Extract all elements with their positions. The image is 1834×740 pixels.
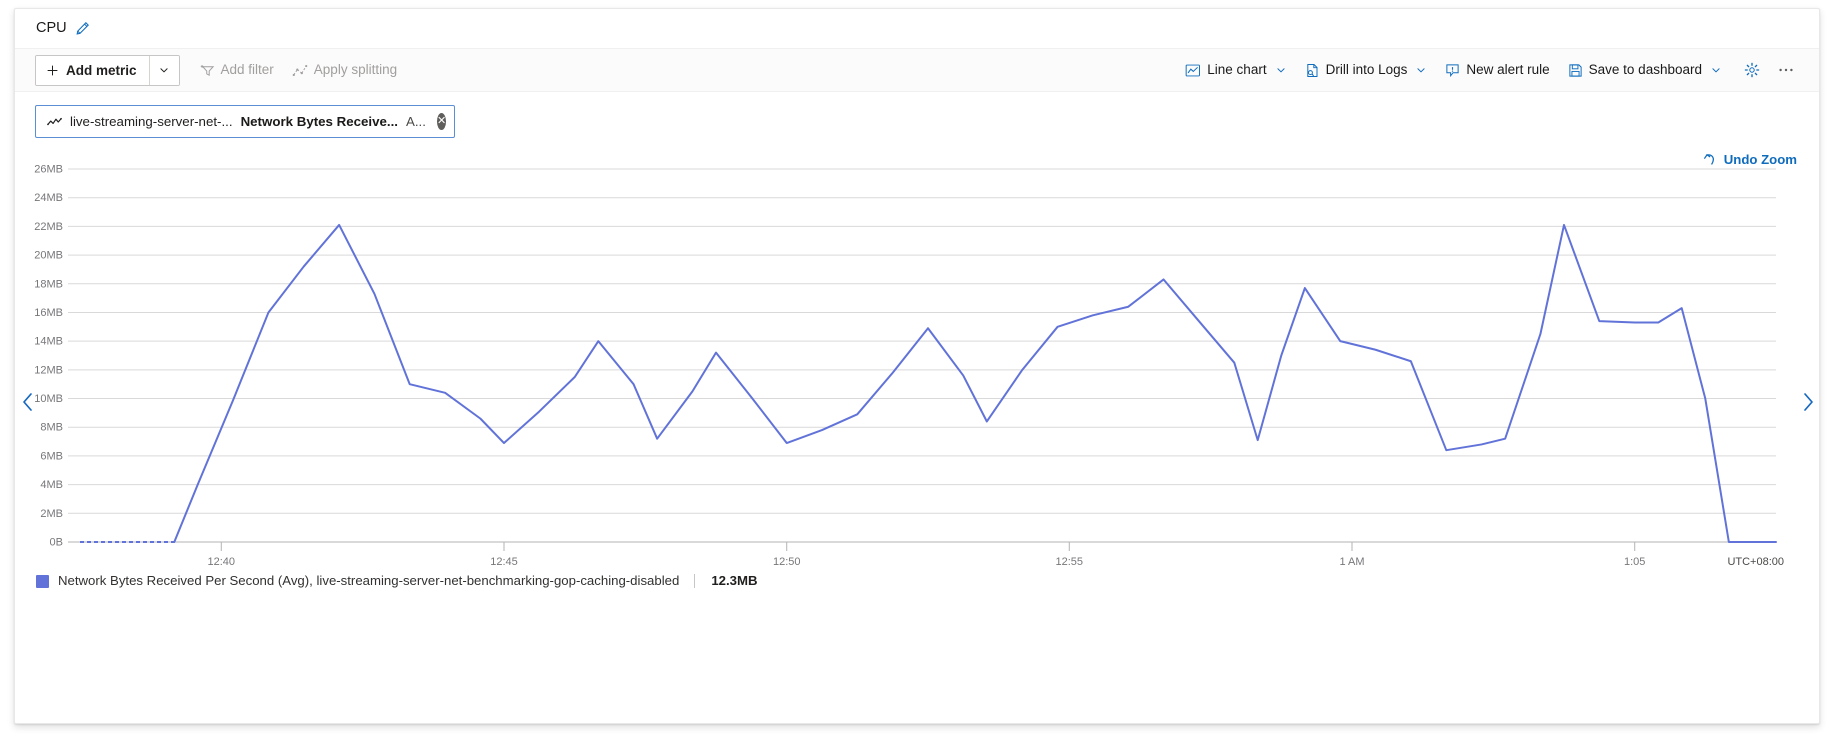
legend-color-swatch (36, 574, 49, 588)
chevron-down-icon[interactable] (1710, 64, 1722, 76)
x-axis-tick-label: 1:05 (1624, 556, 1645, 568)
new-alert-rule-button[interactable]: New alert rule (1436, 55, 1558, 85)
save-to-dashboard-button[interactable]: Save to dashboard (1559, 55, 1731, 85)
line-chart-icon (1185, 64, 1201, 76)
y-axis-tick-label: 0B (50, 537, 63, 549)
filter-icon (200, 64, 214, 76)
chart-timezone-label: UTC+08:00 (1727, 556, 1784, 568)
chevron-down-icon (160, 68, 168, 73)
save-to-dashboard-label: Save to dashboard (1588, 62, 1702, 78)
plus-icon (47, 65, 58, 75)
add-filter-label: Add filter (220, 62, 274, 78)
legend-series-value: 12.3MB (711, 573, 758, 589)
x-axis-tick-label: 12:45 (490, 556, 518, 568)
legend-series-label: Network Bytes Received Per Second (Avg),… (58, 573, 680, 589)
chart-x-axis-labels: 12:40 12:45 12:50 12:55 1 AM 1:05 UTC+08:00 (208, 556, 1784, 568)
drill-logs-icon (1306, 63, 1318, 77)
toolbar-left-group: Add metric Add filter Apply splitting (35, 54, 406, 86)
drill-into-logs-button[interactable]: Drill into Logs (1296, 55, 1437, 85)
metric-chip-aggregation: A... (405, 114, 426, 129)
y-axis-tick-label: 12MB (34, 364, 63, 376)
chart-y-axis-labels: 0B2MB4MB6MB8MB10MB12MB14MB16MB18MB20MB22… (34, 164, 63, 549)
add-metric-label: Add metric (66, 62, 137, 78)
chevron-down-icon[interactable] (1415, 64, 1427, 76)
splitting-icon (292, 64, 308, 76)
x-axis-tick-label: 12:55 (1056, 556, 1084, 568)
y-axis-tick-label: 2MB (40, 508, 63, 520)
drill-into-logs-label: Drill into Logs (1325, 62, 1408, 78)
chevron-down-icon[interactable] (1275, 64, 1287, 76)
chart-x-axis-ticks (220, 542, 1636, 551)
metric-chip-row: live-streaming-server-net-... Network By… (15, 92, 1819, 144)
y-axis-tick-label: 6MB (40, 450, 63, 462)
metrics-chart-card: CPU Add metric Add filter Apply splittin… (14, 8, 1820, 724)
chart-toolbar: Add metric Add filter Apply splitting Li… (15, 49, 1819, 92)
chart-type-label: Line chart (1207, 62, 1267, 78)
y-axis-tick-label: 4MB (40, 479, 63, 491)
save-icon (1569, 63, 1582, 77)
metric-chip-metric: Network Bytes Receive... (240, 114, 398, 129)
metric-chip-resource: live-streaming-server-net-... (70, 114, 233, 129)
chart-series-lines (80, 223, 1777, 543)
apply-splitting-label: Apply splitting (313, 62, 398, 78)
chart-gridlines (68, 168, 1776, 543)
chart-legend[interactable]: Network Bytes Received Per Second (Avg),… (36, 574, 758, 588)
close-circle-icon[interactable]: ✕ (436, 113, 447, 130)
y-axis-tick-label: 20MB (34, 250, 63, 262)
chart-title-row: CPU (15, 9, 1819, 49)
x-axis-tick-label: 12:50 (773, 556, 801, 568)
y-axis-tick-label: 22MB (34, 221, 63, 233)
y-axis-tick-label: 18MB (34, 278, 63, 290)
series-line (173, 223, 1777, 543)
metric-chip[interactable]: live-streaming-server-net-... Network By… (35, 105, 455, 138)
add-metric-caret-button[interactable] (148, 55, 179, 85)
y-axis-tick-label: 26MB (34, 164, 63, 176)
x-axis-tick-label: 1 AM (1339, 556, 1364, 568)
apply-splitting-button[interactable]: Apply splitting (283, 55, 406, 85)
alert-rule-icon (1446, 63, 1459, 77)
metric-sparkline-icon (47, 116, 62, 128)
chevron-left-icon[interactable] (17, 385, 39, 419)
pencil-icon[interactable] (75, 21, 90, 36)
add-metric-group: Add metric (35, 54, 180, 86)
gear-icon[interactable] (1737, 55, 1767, 85)
add-metric-button[interactable]: Add metric (36, 55, 149, 85)
y-axis-tick-label: 8MB (40, 422, 63, 434)
y-axis-tick-label: 24MB (34, 192, 63, 204)
y-axis-tick-label: 16MB (34, 307, 63, 319)
y-axis-tick-label: 14MB (34, 336, 63, 348)
legend-divider (694, 574, 696, 588)
chevron-right-icon[interactable] (1797, 385, 1819, 419)
new-alert-rule-label: New alert rule (1466, 62, 1550, 78)
ellipsis-icon[interactable] (1771, 55, 1801, 85)
toolbar-right-group: Line chart Drill into Logs New alert rul… (1176, 55, 1801, 85)
chart-type-button[interactable]: Line chart (1176, 55, 1295, 85)
page-title: CPU (36, 20, 67, 37)
x-axis-tick-label: 12:40 (208, 556, 236, 568)
add-filter-button[interactable]: Add filter (191, 55, 283, 85)
